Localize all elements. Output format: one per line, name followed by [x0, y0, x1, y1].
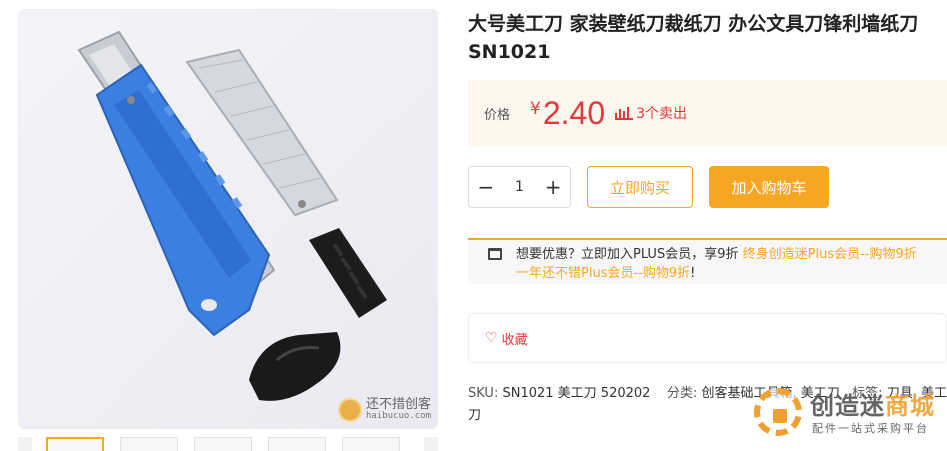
site-name: 创造迷商城 [810, 386, 935, 421]
card-icon [488, 248, 502, 260]
quantity-decrease-button[interactable]: − [469, 167, 503, 207]
thumbnail-5[interactable] [342, 437, 400, 451]
product-image[interactable]: 还不措创客 haibucuo.com [18, 9, 438, 429]
bar-chart-icon [615, 106, 634, 120]
price-value: 2.40 [542, 94, 606, 131]
watermark-logo-icon [337, 398, 362, 422]
thumb-prev-arrow[interactable] [18, 437, 32, 451]
utility-knife-illustration [77, 30, 387, 401]
site-name-part2: 商城 [885, 392, 935, 420]
price-box: 价格 ¥ 2.40 3个卖出 [468, 80, 947, 146]
thumbnail-2[interactable] [120, 437, 178, 451]
favorite-button[interactable]: 收藏 [502, 329, 528, 348]
plus-yearly-link[interactable]: 一年还不错Plus会员--购物9折 [516, 266, 690, 281]
add-to-cart-button[interactable]: 加入购物车 [709, 166, 829, 208]
sold-count: 3个卖出 [636, 106, 688, 122]
plus-promo-banner: 想要优惠？立即加入PLUS会员，享9折 终身创造迷Plus会员--购物9折 一年… [468, 238, 947, 284]
watermark-cn: 还不措创客 [365, 397, 431, 413]
site-subtitle: 配件一站式采购平台 [812, 422, 929, 435]
watermark-en: haibucuo.com [365, 411, 431, 422]
site-watermark: 创造迷商城 配件一站式采购平台 [750, 382, 947, 444]
quantity-stepper: − 1 + [468, 166, 571, 208]
image-watermark: 还不措创客 haibucuo.com [337, 397, 431, 422]
quantity-input[interactable]: 1 [503, 179, 537, 195]
thumbnail-4[interactable] [268, 437, 326, 451]
currency-symbol: ¥ [530, 99, 541, 119]
gear-logo-icon [754, 388, 802, 436]
thumb-next-arrow[interactable] [424, 437, 438, 451]
price-label: 价格 [484, 107, 511, 123]
thumbnail-3[interactable] [194, 437, 252, 451]
quantity-increase-button[interactable]: + [536, 167, 570, 207]
product-title: 大号美工刀 家装壁纸刀裁纸刀 办公文具刀锋利墙纸刀 SN1021 [468, 13, 919, 63]
plus-lifetime-link[interactable]: 终身创造迷Plus会员--购物9折 [743, 247, 917, 262]
plus-promo-suffix: ! [690, 266, 696, 281]
plus-promo-text: 想要优惠？立即加入PLUS会员，享9折 [516, 247, 739, 262]
sku-value: SN1021 美工刀 520202 [502, 386, 651, 401]
thumbnail-1[interactable] [46, 437, 104, 451]
site-name-part1: 创造迷 [810, 392, 885, 420]
thumbnail-strip [18, 437, 438, 451]
category-label: 分类: [666, 386, 698, 401]
heart-icon[interactable]: ♡ [485, 330, 498, 346]
favorite-box: ♡ 收藏 [468, 313, 947, 363]
sku-label: SKU: [468, 386, 499, 401]
buy-now-button[interactable]: 立即购买 [587, 166, 693, 208]
